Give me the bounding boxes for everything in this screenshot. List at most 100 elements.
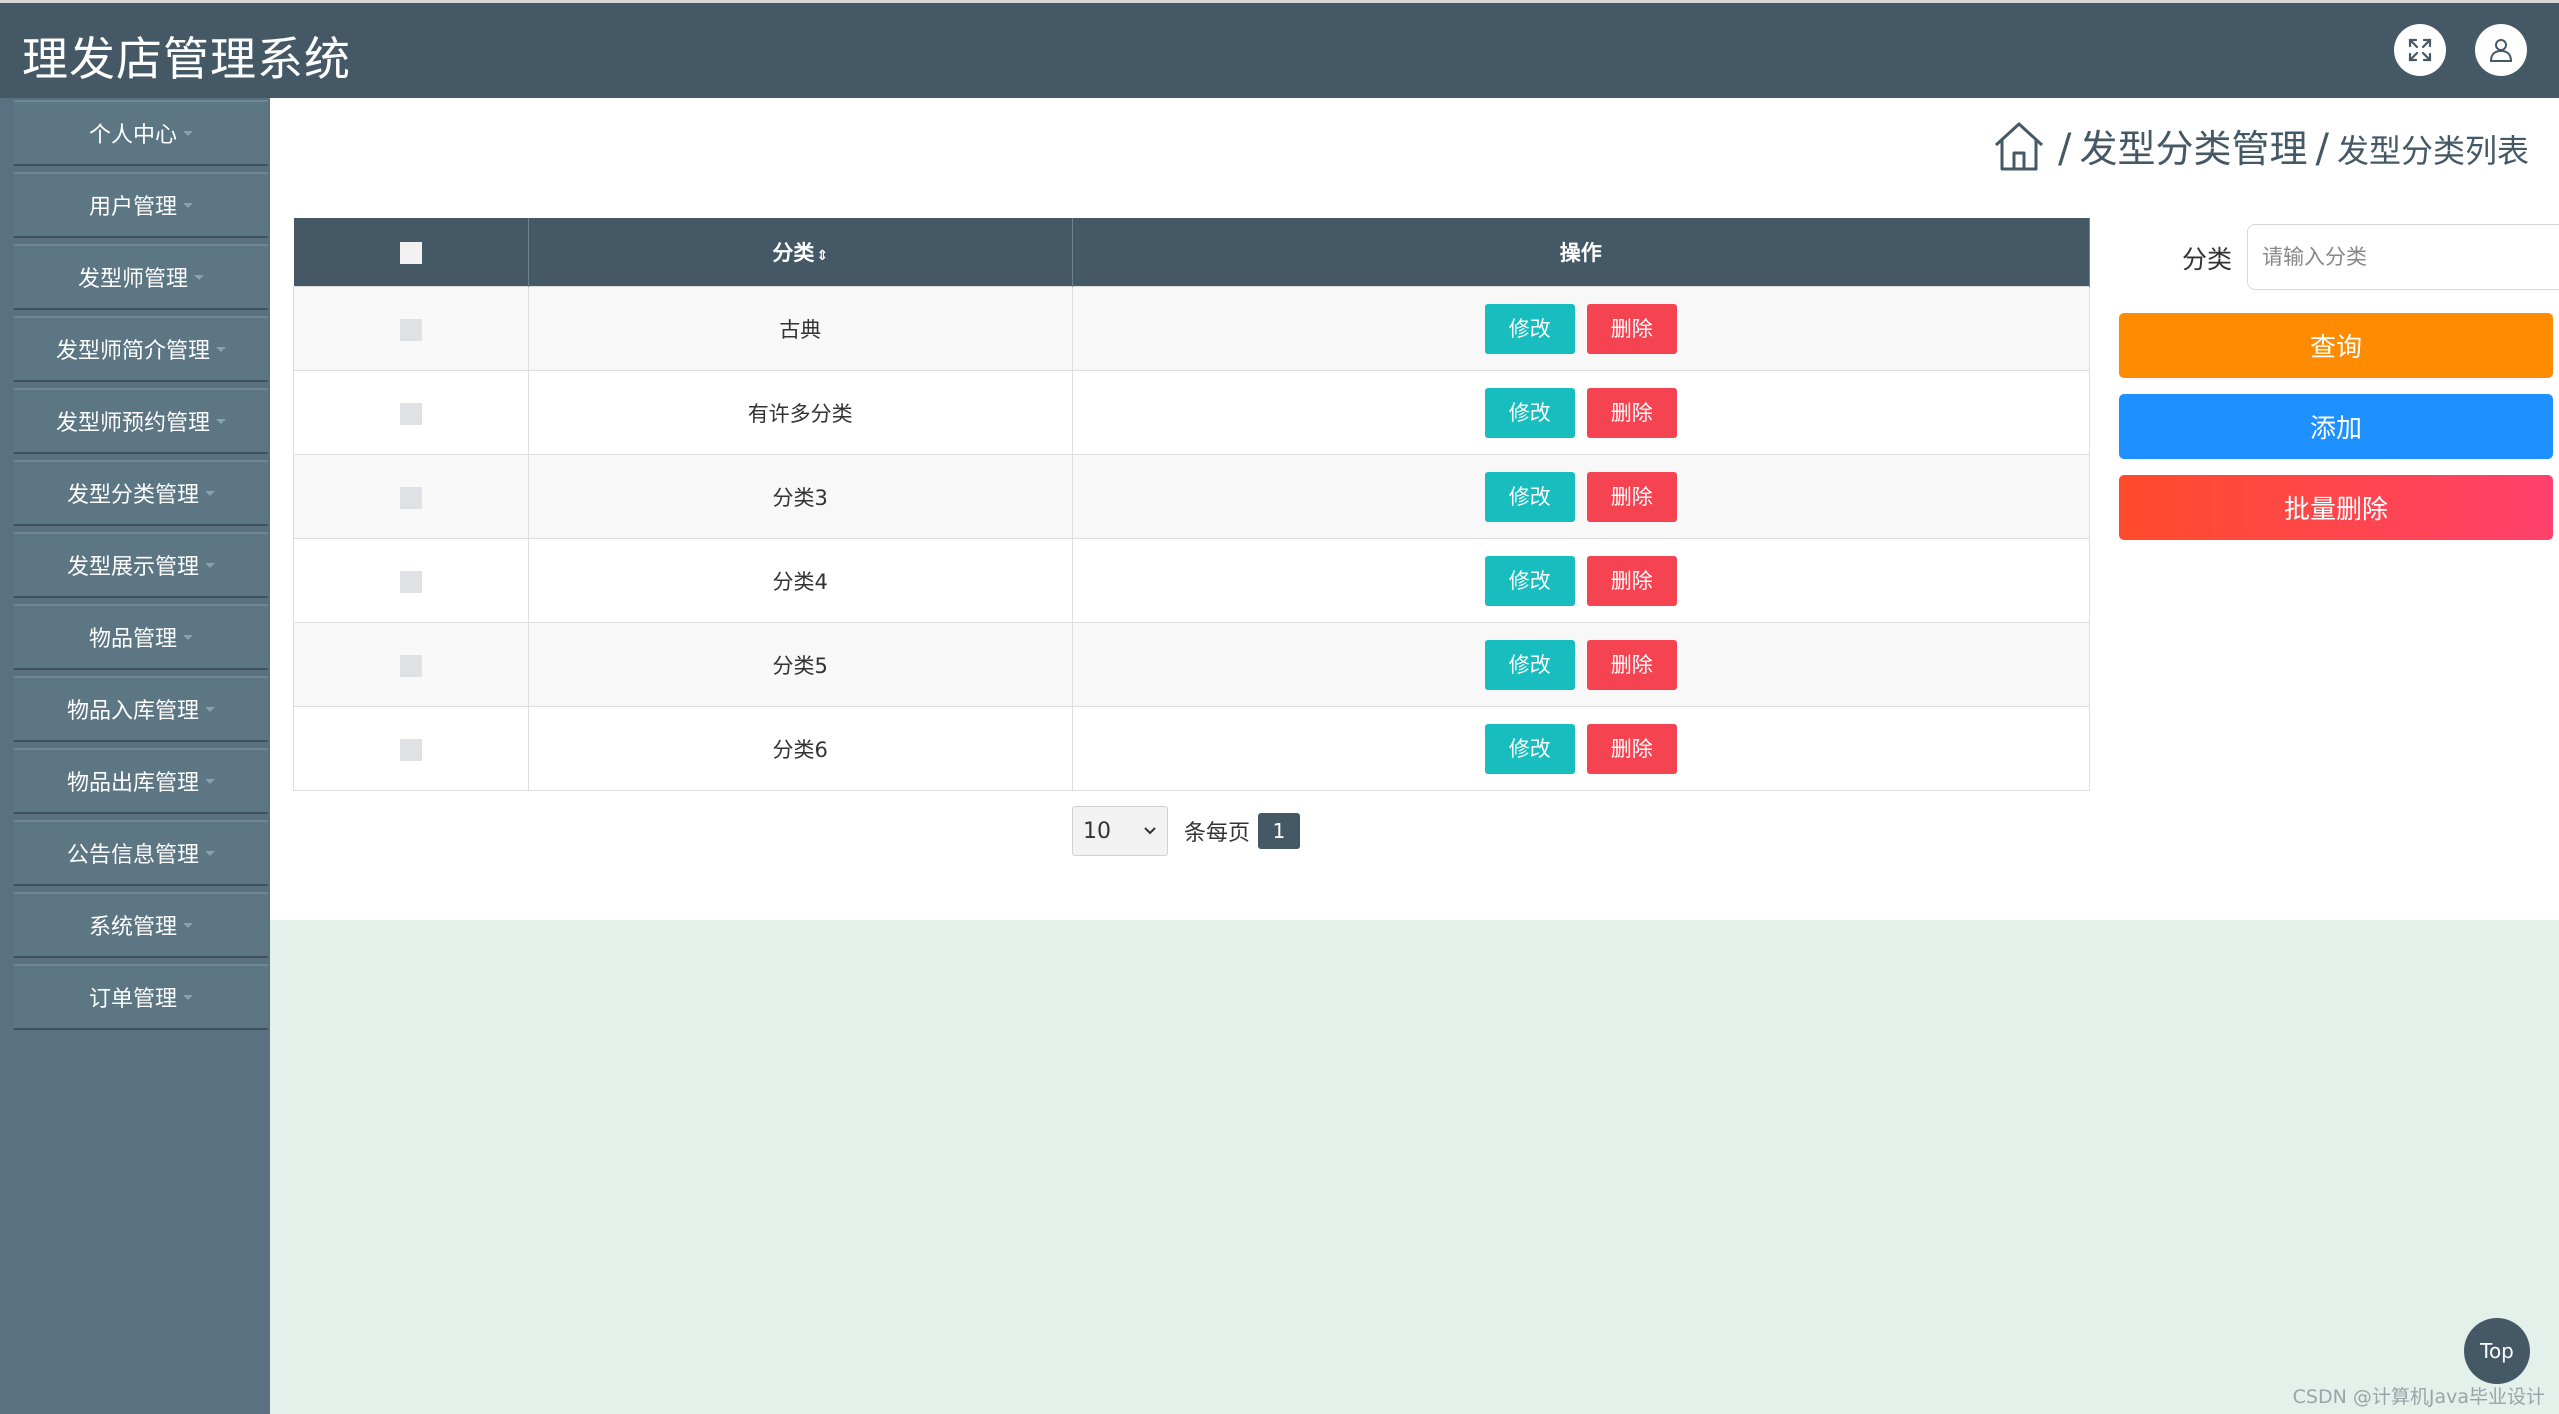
sidebar-item-stylist-appointments[interactable]: 发型师预约管理 xyxy=(14,388,268,454)
caret-down-icon xyxy=(194,274,204,280)
caret-down-icon xyxy=(205,490,215,496)
caret-down-icon xyxy=(183,634,193,640)
row-checkbox[interactable] xyxy=(399,318,422,341)
breadcrumb: / 发型分类管理 / 发型分类列表 xyxy=(1992,118,2529,173)
edit-button[interactable]: 修改 xyxy=(1484,639,1575,690)
delete-button[interactable]: 删除 xyxy=(1586,555,1677,606)
sidebar-item-personal-center[interactable]: 个人中心 xyxy=(14,100,268,166)
caret-down-icon xyxy=(183,130,193,136)
delete-button[interactable]: 删除 xyxy=(1586,471,1677,522)
caret-down-icon xyxy=(205,850,215,856)
caret-down-icon xyxy=(183,202,193,208)
caret-down-icon xyxy=(216,346,226,352)
sidebar-item-stylist-profiles[interactable]: 发型师简介管理 xyxy=(14,316,268,382)
category-cell: 分类3 xyxy=(527,454,1073,539)
sidebar-item-label: 发型师管理 xyxy=(77,267,188,292)
sidebar-item-users[interactable]: 用户管理 xyxy=(14,172,268,238)
sidebar-item-announcements[interactable]: 公告信息管理 xyxy=(14,820,268,886)
sidebar-item-hairstyle-showcase[interactable]: 发型展示管理 xyxy=(14,532,268,598)
edit-button[interactable]: 修改 xyxy=(1484,303,1575,354)
delete-button[interactable]: 删除 xyxy=(1586,723,1677,774)
caret-down-icon xyxy=(183,994,193,1000)
caret-down-icon xyxy=(205,778,215,784)
sidebar-item-label: 物品出库管理 xyxy=(66,771,199,796)
select-all-checkbox[interactable] xyxy=(399,242,422,264)
top-header: 理发店管理系统 xyxy=(0,0,2559,98)
caret-down-icon xyxy=(183,922,193,928)
caret-down-icon xyxy=(205,562,215,568)
table-row: 分类3 修改 删除 xyxy=(293,454,2091,539)
sidebar-item-label: 订单管理 xyxy=(88,987,177,1012)
select-all-cell xyxy=(293,218,529,287)
page-number-current[interactable]: 1 xyxy=(1258,813,1301,849)
sidebar-item-label: 发型展示管理 xyxy=(66,555,199,580)
edit-button[interactable]: 修改 xyxy=(1484,471,1575,522)
user-icon xyxy=(2489,39,2513,62)
breadcrumb-section[interactable]: 发型分类管理 xyxy=(2079,118,2307,173)
sidebar-item-orders[interactable]: 订单管理 xyxy=(14,964,268,1030)
breadcrumb-current-page: 发型分类列表 xyxy=(2336,132,2529,170)
sidebar: 个人中心 用户管理 发型师管理 发型师简介管理 发型师预约管理 发型分类管理 发… xyxy=(0,98,270,1414)
sidebar-item-goods-outbound[interactable]: 物品出库管理 xyxy=(14,748,268,814)
table-row: 古典 修改 删除 xyxy=(293,286,2091,371)
back-to-top-button[interactable]: Top xyxy=(2464,1318,2530,1384)
category-cell: 有许多分类 xyxy=(527,370,1073,455)
watermark: CSDN @计算机Java毕业设计 xyxy=(2292,1386,2545,1408)
row-checkbox[interactable] xyxy=(399,654,422,677)
table-row: 有许多分类 修改 删除 xyxy=(293,370,2091,455)
row-checkbox[interactable] xyxy=(399,486,422,509)
fullscreen-button[interactable] xyxy=(2394,24,2446,76)
sidebar-item-stylists[interactable]: 发型师管理 xyxy=(14,244,268,310)
category-search-input[interactable] xyxy=(2247,224,2559,290)
home-icon[interactable] xyxy=(1992,119,2046,173)
delete-button[interactable]: 删除 xyxy=(1586,303,1677,354)
chevron-down-icon xyxy=(1144,827,1156,835)
edit-button[interactable]: 修改 xyxy=(1484,387,1575,438)
sidebar-item-system[interactable]: 系统管理 xyxy=(14,892,268,958)
column-header-category[interactable]: 分类 ⇕ xyxy=(528,218,1073,287)
row-checkbox[interactable] xyxy=(399,570,422,593)
caret-down-icon xyxy=(216,418,226,424)
batch-delete-button[interactable]: 批量删除 xyxy=(2119,475,2553,540)
user-button[interactable] xyxy=(2475,24,2527,76)
column-header-actions: 操作 xyxy=(1072,218,2091,287)
sidebar-item-label: 公告信息管理 xyxy=(66,843,199,868)
fullscreen-icon xyxy=(2408,38,2432,62)
category-table: 分类 ⇕ 操作 古典 修改 删除 有许多分类 修改 删除 分类3 修改 删除 分类4 修… xyxy=(293,218,2091,791)
delete-button[interactable]: 删除 xyxy=(1586,387,1677,438)
breadcrumb-separator: / xyxy=(2315,126,2329,172)
category-cell: 古典 xyxy=(527,286,1073,371)
sidebar-item-label: 物品管理 xyxy=(88,627,177,652)
category-cell: 分类4 xyxy=(527,538,1073,623)
breadcrumb-separator: / xyxy=(2058,126,2072,172)
row-checkbox[interactable] xyxy=(399,402,422,425)
edit-button[interactable]: 修改 xyxy=(1484,555,1575,606)
sidebar-item-label: 系统管理 xyxy=(88,915,177,940)
app-title: 理发店管理系统 xyxy=(22,32,351,86)
query-button[interactable]: 查询 xyxy=(2119,313,2553,378)
sidebar-item-goods-inbound[interactable]: 物品入库管理 xyxy=(14,676,268,742)
table-header-row: 分类 ⇕ 操作 xyxy=(293,218,2091,287)
caret-down-icon xyxy=(205,706,215,712)
page-size-select[interactable]: 10 xyxy=(1072,806,1168,856)
sidebar-item-label: 物品入库管理 xyxy=(66,699,199,724)
delete-button[interactable]: 删除 xyxy=(1586,639,1677,690)
sort-icon[interactable]: ⇕ xyxy=(816,248,828,264)
category-cell: 分类6 xyxy=(527,706,1073,791)
add-button[interactable]: 添加 xyxy=(2119,394,2553,459)
pagination: 10 条每页 1 xyxy=(1072,806,1301,856)
sidebar-item-label: 发型师预约管理 xyxy=(55,411,210,436)
sidebar-item-goods[interactable]: 物品管理 xyxy=(14,604,268,670)
per-page-label: 条每页 xyxy=(1184,821,1251,846)
category-cell: 分类5 xyxy=(527,622,1073,707)
sidebar-item-hairstyle-categories[interactable]: 发型分类管理 xyxy=(14,460,268,526)
row-checkbox[interactable] xyxy=(399,738,422,761)
page-size-value: 10 xyxy=(1083,818,1111,844)
sidebar-item-label: 个人中心 xyxy=(88,123,177,148)
sidebar-item-label: 发型师简介管理 xyxy=(55,339,210,364)
table-row: 分类6 修改 删除 xyxy=(293,706,2091,791)
search-label: 分类 xyxy=(2182,245,2233,274)
edit-button[interactable]: 修改 xyxy=(1484,723,1575,774)
sidebar-item-label: 用户管理 xyxy=(88,195,177,220)
table-row: 分类4 修改 删除 xyxy=(293,538,2091,623)
